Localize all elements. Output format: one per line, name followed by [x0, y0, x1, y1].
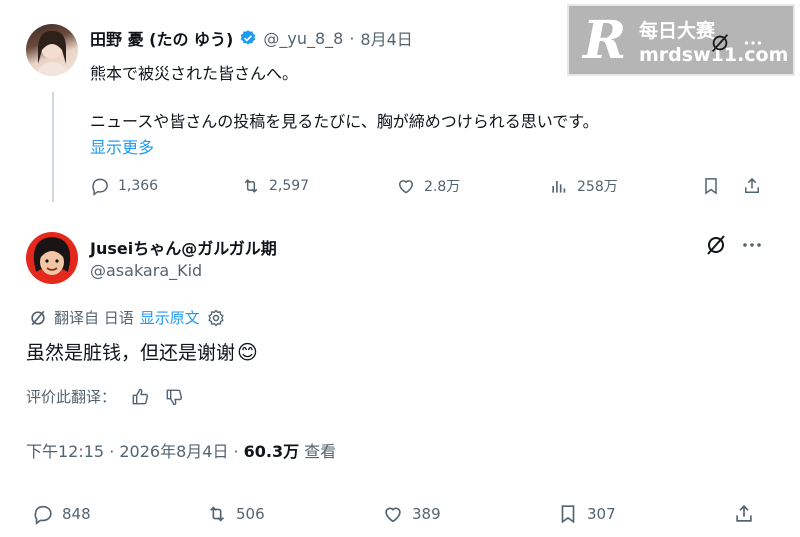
- reply-retweet-button[interactable]: 506: [206, 503, 265, 525]
- thumbs-up-icon: [132, 388, 149, 404]
- grok-button[interactable]: [704, 233, 728, 261]
- thumbs-down-button[interactable]: [164, 387, 184, 407]
- thumbs-up-button[interactable]: [130, 387, 150, 407]
- thumbs-down-icon: [166, 389, 183, 405]
- analytics-icon: [552, 181, 566, 193]
- reply-reply-count: 848: [62, 505, 91, 523]
- reply-metadata: 下午12:15 · 2026年8月4日 · 60.3万 查看: [26, 438, 336, 462]
- tweet-header: 田野 憂 (たの ゆう) @_yu_8_8 · 8月4日: [90, 26, 413, 50]
- like-button[interactable]: 2.8万: [396, 176, 460, 196]
- views-button[interactable]: 258万: [549, 176, 618, 196]
- reply-share-button[interactable]: [733, 503, 755, 525]
- show-original-link[interactable]: 显示原文: [140, 307, 200, 328]
- watermark-logo-letter: R: [583, 10, 627, 71]
- reply-author-avatar[interactable]: [26, 232, 78, 284]
- tweet-date[interactable]: 8月4日: [360, 26, 412, 50]
- views-count: 258万: [577, 179, 618, 195]
- reply-reply-button[interactable]: 848: [32, 503, 91, 525]
- author-avatar[interactable]: [26, 24, 78, 76]
- reply-author-handle[interactable]: @asakara_Kid: [90, 261, 202, 280]
- reply-like-count: 389: [412, 505, 441, 523]
- more-icon: [743, 243, 761, 247]
- reply-like-button[interactable]: 389: [382, 503, 441, 525]
- reply-text: 虽然是脏钱，但还是谢谢 😊: [26, 338, 258, 365]
- watermark-grok-icon: [709, 32, 731, 58]
- author-handle[interactable]: @_yu_8_8: [263, 29, 343, 48]
- gear-icon: [208, 309, 224, 326]
- reply-text-content: 虽然是脏钱，但还是谢谢: [26, 342, 236, 364]
- reply-bookmark-button[interactable]: 307: [557, 503, 616, 525]
- share-icon: [736, 505, 752, 522]
- like-count: 2.8万: [424, 179, 461, 195]
- reply-avatar-image: [33, 237, 71, 275]
- reply-button[interactable]: 1,366: [90, 176, 158, 196]
- reply-icon: [92, 178, 108, 196]
- verified-badge-icon: [239, 29, 257, 47]
- retweet-icon: [244, 179, 258, 193]
- heart-icon: [385, 507, 401, 523]
- rate-translation-row: 评价此翻译：: [26, 386, 184, 407]
- header-separator: ·: [349, 28, 355, 48]
- heart-icon: [398, 180, 414, 194]
- bookmark-button[interactable]: [701, 176, 721, 196]
- reply-retweet-count: 506: [236, 505, 265, 523]
- grok-icon: [707, 235, 725, 255]
- show-more-link[interactable]: 显示更多: [90, 134, 154, 158]
- reply-view-count: 60.3万: [243, 442, 300, 461]
- reply-count: 1,366: [118, 178, 159, 194]
- reply-author-name[interactable]: Juseiちゃん@ガルガル期: [90, 235, 277, 259]
- watermark-overlay: R 每日大赛 mrdsw11.com: [567, 4, 795, 76]
- bookmark-icon: [705, 178, 717, 195]
- translate-icon: [31, 310, 45, 325]
- reply-bookmark-count: 307: [587, 505, 616, 523]
- author-avatar-image: [36, 30, 68, 76]
- settings-button[interactable]: [206, 308, 226, 328]
- share-button[interactable]: [742, 176, 762, 196]
- tweet-text-line1: 熊本で被災された皆さんへ。: [90, 64, 299, 83]
- reply-timestamp[interactable]: 下午12:15 · 2026年8月4日 ·: [26, 438, 239, 462]
- share-icon: [745, 177, 759, 193]
- author-name[interactable]: 田野 憂 (たの ゆう): [90, 26, 233, 50]
- watermark-more-icon: [741, 32, 765, 58]
- rate-translation-label: 评价此翻译：: [26, 388, 117, 406]
- tweet-text-line2: ニュースや皆さんの投稿を見るたびに、胸が締めつけられる思いです。: [90, 112, 599, 131]
- watermark-title: 每日大赛: [639, 20, 716, 42]
- retweet-count: 2,597: [269, 178, 310, 194]
- retweet-button[interactable]: 2,597: [241, 176, 309, 196]
- reply-icon: [34, 505, 52, 525]
- retweet-icon: [209, 506, 225, 522]
- smile-emoji: 😊: [237, 339, 258, 364]
- translated-from-label: 翻译自 日语: [54, 309, 134, 327]
- reply-view-label: 查看: [304, 442, 337, 461]
- thread-connector-line: [52, 92, 54, 202]
- bookmark-icon: [561, 505, 575, 524]
- translation-bar: 翻译自 日语 显示原文: [28, 307, 226, 328]
- more-options-button[interactable]: [740, 233, 764, 261]
